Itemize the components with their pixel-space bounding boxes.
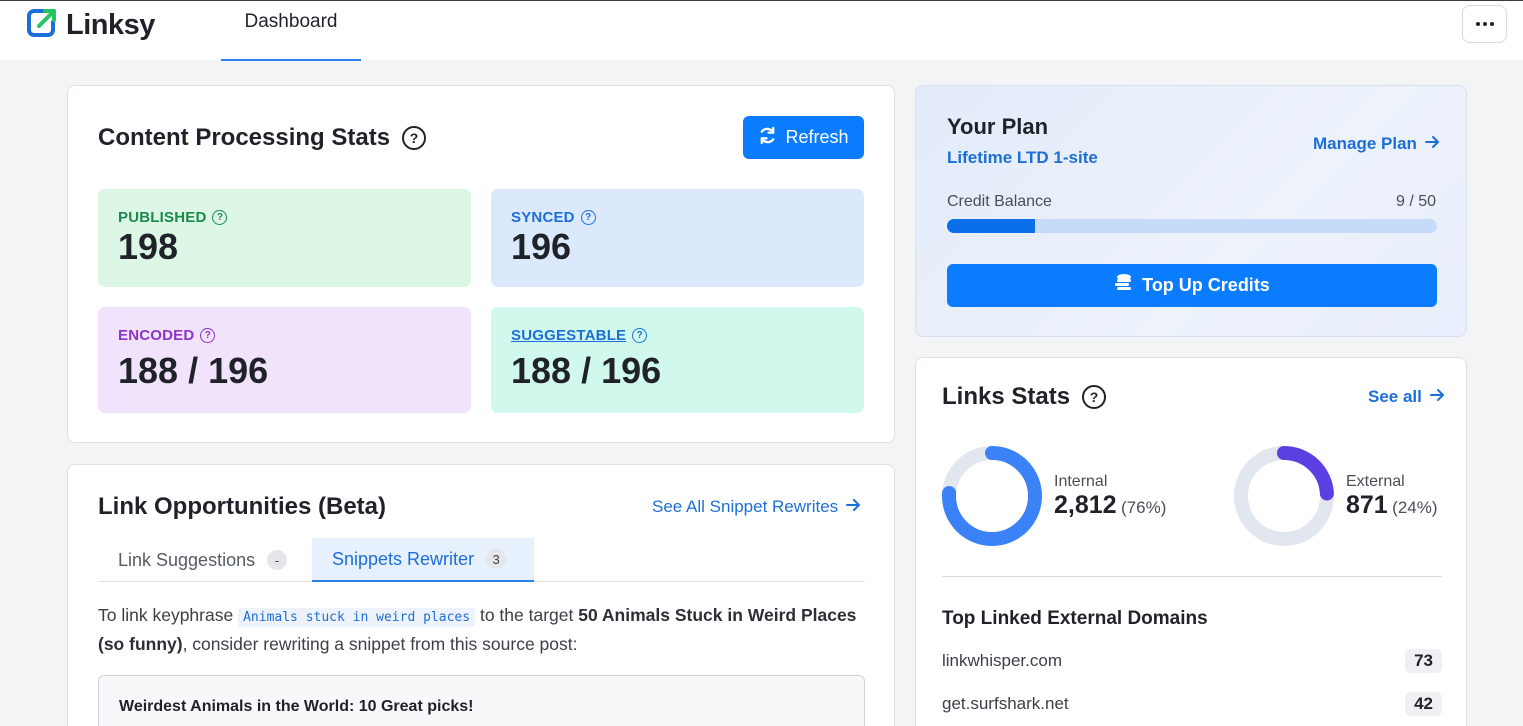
more-options-button[interactable] <box>1462 5 1507 43</box>
content-processing-title-text: Content Processing Stats <box>98 124 391 151</box>
instruction-mid: to the target <box>479 605 574 625</box>
encoded-value: 188 / 196 <box>118 350 269 391</box>
links-stats-title-text: Links Stats <box>942 383 1071 410</box>
external-label: External <box>1346 472 1405 490</box>
nav-tab-label: Dashboard <box>244 11 338 32</box>
see-all-snippet-label: See All Snippet Rewrites <box>652 497 839 516</box>
link-opportunities-card: Link Opportunities (Beta) See All Snippe… <box>67 464 895 726</box>
tile-label-text: PUBLISHED <box>118 209 207 226</box>
refresh-label: Refresh <box>785 127 849 147</box>
suggestable-tile: SUGGESTABLE? 188 / 196 <box>491 307 864 413</box>
tile-label-text: SYNCED <box>511 209 575 226</box>
tab-count-badge: 3 <box>486 549 507 569</box>
plan-name: Lifetime LTD 1-site <box>947 148 1098 167</box>
see-all-snippet-rewrites-link[interactable]: See All Snippet Rewrites <box>652 497 861 517</box>
help-icon[interactable]: ? <box>1082 385 1107 409</box>
plan-card: Your Plan Lifetime LTD 1-site Manage Pla… <box>915 85 1467 337</box>
keyphrase-code: Animals stuck in weird places <box>238 608 476 627</box>
domain-count-badge: 73 <box>1405 649 1442 673</box>
plan-title: Your Plan <box>947 114 1049 139</box>
help-icon[interactable]: ? <box>632 328 648 343</box>
app-name: Linksy <box>66 9 155 41</box>
help-icon[interactable]: ? <box>580 210 596 225</box>
refresh-icon <box>758 126 777 150</box>
suggestable-value: 188 / 196 <box>511 350 662 391</box>
external-text: External 871 (24%) <box>1346 473 1438 520</box>
nav-tab-dashboard[interactable]: Dashboard <box>221 1 361 61</box>
content-processing-title: Content Processing Stats ? <box>98 124 427 152</box>
suggestable-label: SUGGESTABLE? <box>511 327 844 344</box>
source-post-title: Weirdest Animals in the World: 10 Great … <box>119 698 474 715</box>
link-opportunities-title: Link Opportunities (Beta) <box>98 493 386 521</box>
published-label: PUBLISHED? <box>118 209 451 226</box>
published-value: 198 <box>118 226 179 267</box>
manage-plan-label: Manage Plan <box>1313 134 1417 153</box>
arrow-right-icon <box>1429 387 1445 407</box>
tab-link-suggestions[interactable]: Link Suggestions - <box>98 538 307 582</box>
tab-label: Link Suggestions <box>118 549 256 570</box>
more-dot-icon <box>1482 22 1487 26</box>
top-up-label: Top Up Credits <box>1142 275 1270 295</box>
tab-count-badge: - <box>267 550 288 570</box>
instruction-suffix: , consider rewriting a snippet from this… <box>182 634 578 654</box>
top-domains-title: Top Linked External Domains <box>942 608 1208 629</box>
external-pct: (24%) <box>1392 497 1438 517</box>
tab-label: Snippets Rewriter <box>332 548 475 569</box>
internal-links-stat: Internal 2,812 (76%) <box>940 444 1166 548</box>
help-icon[interactable]: ? <box>402 126 427 150</box>
coins-icon <box>1114 273 1132 298</box>
top-up-credits-button[interactable]: Top Up Credits <box>947 264 1437 307</box>
credit-progress-fill <box>947 219 1036 233</box>
help-icon[interactable]: ? <box>200 328 216 343</box>
credit-balance-value: 9 / 50 <box>1395 193 1436 210</box>
more-dot-icon <box>1489 22 1494 26</box>
external-links-stat: External 871 (24%) <box>1232 444 1438 548</box>
see-all-label: See all <box>1368 387 1422 406</box>
links-stats-title: Links Stats ? <box>942 383 1107 411</box>
published-tile: PUBLISHED? 198 <box>98 189 471 287</box>
synced-value: 196 <box>511 226 572 267</box>
divider <box>942 576 1442 577</box>
internal-pct: (76%) <box>1121 497 1167 517</box>
more-dot-icon <box>1475 22 1480 26</box>
arrow-right-icon <box>846 497 861 517</box>
encoded-label: ENCODED? <box>118 327 451 344</box>
suggestable-link[interactable]: SUGGESTABLE <box>511 327 626 344</box>
help-icon[interactable]: ? <box>212 210 228 225</box>
top-bar: Linksy Dashboard <box>0 0 1523 61</box>
internal-count: 2,812 <box>1054 490 1117 519</box>
see-all-links-link[interactable]: See all <box>1368 387 1445 407</box>
internal-donut <box>942 446 1042 546</box>
internal-text: Internal 2,812 (76%) <box>1054 473 1166 520</box>
synced-tile: SYNCED? 196 <box>491 189 864 287</box>
instruction-prefix: To link keyphrase <box>98 605 234 625</box>
encoded-tile: ENCODED? 188 / 196 <box>98 307 471 413</box>
opportunity-tabs: Link Suggestions - Snippets Rewriter 3 <box>98 538 865 582</box>
app-logo[interactable]: Linksy <box>26 7 155 44</box>
links-stats-card: Links Stats ? See all Internal 2,812 (76… <box>915 357 1467 726</box>
content-processing-card: Content Processing Stats ? Refresh PUBLI… <box>67 85 895 443</box>
credit-balance-label: Credit Balance <box>947 193 1052 210</box>
domain-count-badge: 42 <box>1405 692 1442 716</box>
internal-label: Internal <box>1054 472 1108 490</box>
refresh-button[interactable]: Refresh <box>743 116 864 159</box>
arrow-right-icon <box>1424 134 1440 154</box>
tab-snippets-rewriter[interactable]: Snippets Rewriter 3 <box>312 538 534 582</box>
domain-row[interactable]: get.surfshark.net 42 <box>942 692 1442 716</box>
domain-name: linkwhisper.com <box>942 651 1062 670</box>
domain-row[interactable]: linkwhisper.com 73 <box>942 649 1442 673</box>
external-count: 871 <box>1346 490 1388 519</box>
manage-plan-link[interactable]: Manage Plan <box>1313 134 1440 154</box>
synced-label: SYNCED? <box>511 209 844 226</box>
tile-label-text: ENCODED <box>118 327 195 344</box>
credit-progress-bar <box>947 219 1437 233</box>
source-post-card[interactable]: Weirdest Animals in the World: 10 Great … <box>98 675 865 726</box>
external-donut <box>1234 446 1334 546</box>
linksy-logo-icon <box>26 7 58 44</box>
domain-name: get.surfshark.net <box>942 694 1069 713</box>
rewrite-instruction: To link keyphrase Animals stuck in weird… <box>98 602 868 657</box>
link-opportunities-title-text: Link Opportunities (Beta) <box>98 493 386 520</box>
